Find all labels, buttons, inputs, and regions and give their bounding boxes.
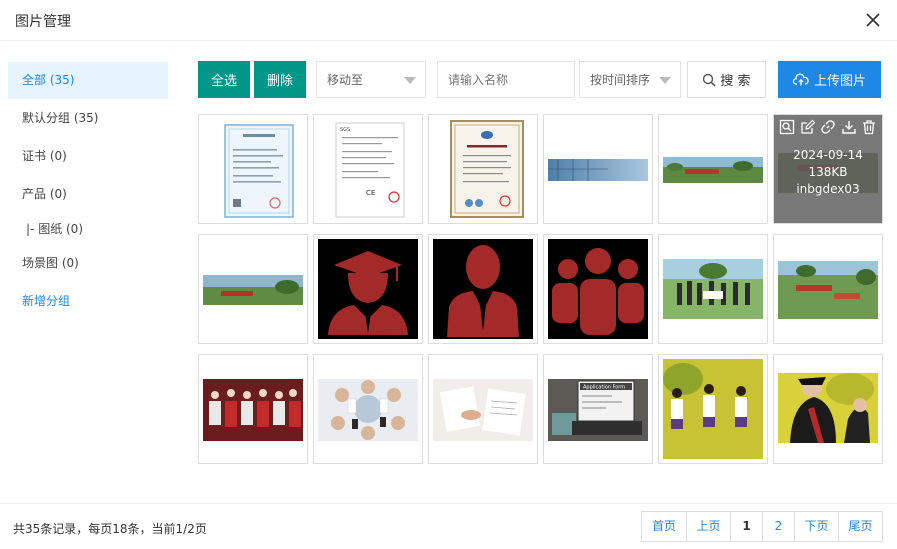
image-card-certificate-2[interactable]: SGS CE — [313, 114, 423, 224]
move-to-select[interactable]: 移动至 — [316, 61, 426, 98]
group-sidebar: 全部 (35) 默认分组 (35) 证书 (0) 产品 (0) |- 图纸 (0… — [8, 62, 168, 321]
image-card-certificate-1[interactable] — [198, 114, 308, 224]
link-icon[interactable] — [820, 119, 836, 135]
image-date: 2024-09-14 — [793, 148, 863, 162]
team-photo-thumbnail — [663, 259, 763, 319]
certificate-thumbnail — [450, 120, 524, 218]
image-card-group-celebration[interactable] — [198, 354, 308, 464]
upload-button-label: 上传图片 — [813, 74, 866, 89]
chevron-down-icon — [404, 77, 416, 84]
pager-first[interactable]: 首页 — [642, 512, 686, 541]
svg-text:Application Form: Application Form — [583, 385, 625, 391]
trash-icon[interactable] — [861, 119, 877, 135]
image-card-team-photo[interactable] — [658, 234, 768, 344]
image-card-team-circle[interactable] — [313, 354, 423, 464]
upload-image-button[interactable]: 上传图片 — [778, 61, 881, 98]
image-card-rooftop-hovered[interactable]: 2024-09-14 138KB inbgdex03 — [773, 114, 883, 224]
sort-label: 按时间排序 — [590, 73, 651, 87]
certificate-thumbnail: SGS CE — [335, 122, 405, 218]
pager-last[interactable]: 尾页 — [838, 512, 882, 541]
move-to-label: 移动至 — [327, 73, 364, 87]
laptop-form-thumbnail: Application Form — [548, 379, 648, 441]
person-silhouette-icon — [433, 239, 533, 339]
sidebar-item-products[interactable]: 产品 (0) — [8, 176, 168, 213]
pager-page-1[interactable]: 1 — [730, 512, 762, 541]
image-card-rooftop-garden-1[interactable] — [658, 114, 768, 224]
select-all-button[interactable]: 全选 — [198, 61, 250, 98]
pager-prev[interactable]: 上页 — [686, 512, 730, 541]
image-grid: SGS CE 2024-09-14 138KB inbgdex03 Applic… — [198, 114, 884, 464]
svg-text:CE: CE — [366, 189, 375, 197]
building-thumbnail — [548, 159, 648, 181]
image-card-building[interactable] — [543, 114, 653, 224]
image-card-application-form[interactable]: Application Form — [543, 354, 653, 464]
dialog-footer: 共35条记录，每页18条，当前1/2页 首页 上页 1 2 下页 尾页 — [0, 503, 897, 549]
search-button-label: 搜 索 — [720, 74, 751, 89]
search-icon — [703, 73, 716, 87]
cloud-upload-icon — [792, 73, 809, 85]
preview-icon[interactable] — [779, 119, 795, 135]
celebration-photo-thumbnail — [203, 379, 303, 441]
chevron-down-icon — [659, 77, 671, 84]
dialog-header: 图片管理 — [0, 0, 897, 41]
image-card-rooftop-garden-3[interactable] — [773, 234, 883, 344]
image-card-rooftop-garden-2[interactable] — [198, 234, 308, 344]
image-card-certificate-3[interactable] — [428, 114, 538, 224]
graduate-silhouette-icon — [318, 239, 418, 339]
pager-page-2[interactable]: 2 — [762, 512, 794, 541]
rooftop-garden-thumbnail — [203, 275, 303, 305]
edit-icon[interactable] — [800, 119, 816, 135]
sidebar-item-certificates[interactable]: 证书 (0) — [8, 138, 168, 175]
sidebar-item-default[interactable]: 默认分组 (35) — [8, 100, 168, 137]
svg-text:SGS: SGS — [340, 127, 350, 133]
pager-next[interactable]: 下页 — [794, 512, 838, 541]
sort-select[interactable]: 按时间排序 — [579, 61, 681, 98]
record-summary: 共35条记录，每页18条，当前1/2页 — [13, 522, 207, 536]
image-manager-dialog: 图片管理 全部 (35) 默认分组 (35) 证书 (0) 产品 (0) |- … — [0, 0, 897, 549]
image-card-graduation[interactable] — [773, 354, 883, 464]
desk-papers-thumbnail — [433, 379, 533, 441]
image-info: 2024-09-14 138KB inbgdex03 — [774, 147, 882, 198]
sidebar-item-all[interactable]: 全部 (35) — [8, 62, 168, 99]
image-filename: inbgdex03 — [796, 182, 860, 196]
rooftop-garden-thumbnail — [663, 157, 763, 183]
name-search-input[interactable] — [437, 61, 575, 98]
search-button[interactable]: 搜 索 — [687, 61, 766, 98]
image-card-desk-papers[interactable] — [428, 354, 538, 464]
sidebar-item-scenes[interactable]: 场景图 (0) — [8, 245, 168, 282]
sidebar-item-drawings[interactable]: |- 图纸 (0) — [8, 214, 168, 244]
image-card-graduate-icon[interactable] — [313, 234, 423, 344]
certificate-thumbnail — [224, 124, 294, 218]
image-card-group-icon[interactable] — [543, 234, 653, 344]
toolbar: 全选 删除 移动至 按时间排序 搜 索 上传图片 — [198, 61, 882, 98]
rooftop-garden-thumbnail — [778, 261, 878, 319]
pagination: 首页 上页 1 2 下页 尾页 — [641, 511, 883, 542]
image-card-person-icon[interactable] — [428, 234, 538, 344]
close-icon[interactable] — [865, 12, 881, 28]
download-icon[interactable] — [841, 119, 857, 135]
hover-overlay: 2024-09-14 138KB inbgdex03 — [774, 115, 882, 223]
dialog-title: 图片管理 — [15, 14, 71, 30]
team-circle-photo-thumbnail — [318, 379, 418, 441]
delete-button[interactable]: 删除 — [254, 61, 306, 98]
students-photo-thumbnail — [663, 359, 763, 459]
image-card-students-running[interactable] — [658, 354, 768, 464]
add-group-link[interactable]: 新增分组 — [8, 283, 168, 320]
image-size: 138KB — [808, 165, 848, 179]
group-silhouette-icon — [548, 239, 648, 339]
graduation-photo-thumbnail — [778, 373, 878, 443]
hover-actions — [779, 119, 877, 137]
